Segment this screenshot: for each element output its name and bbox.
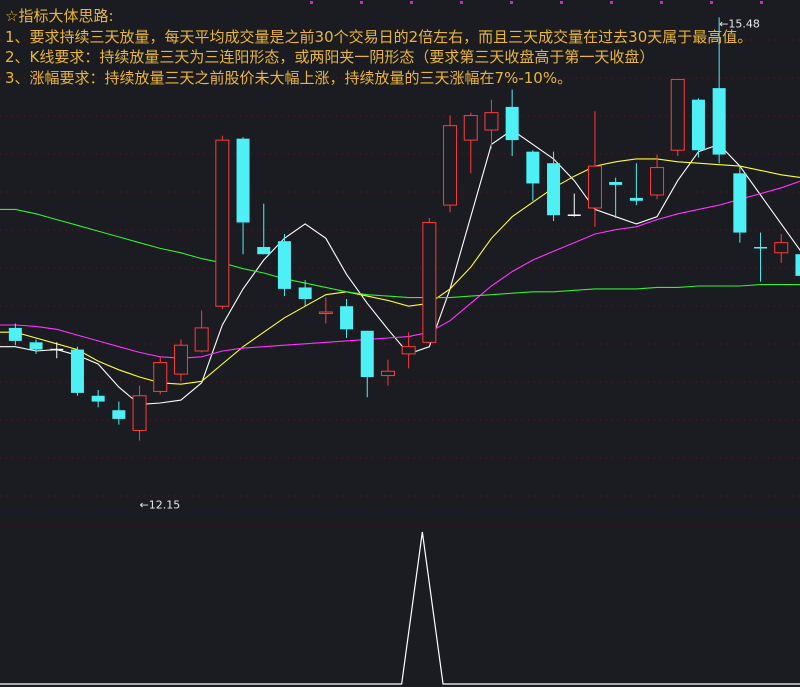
candle-body — [691, 99, 705, 151]
notes-line-3: 3、涨幅要求：持续放量三天之前股价未大幅上涨，持续放量的三天涨幅在7%-10%。 — [5, 68, 573, 87]
candle — [236, 137, 250, 255]
grid-tick — [310, 1, 313, 4]
ma-line-4 — [0, 208, 800, 299]
candle — [257, 203, 271, 255]
candle-body — [422, 221, 437, 343]
candle-body — [795, 254, 800, 276]
candle-body — [443, 125, 458, 206]
candle-body — [733, 173, 747, 233]
candle — [670, 78, 685, 156]
candle — [691, 98, 705, 158]
candle-body — [194, 327, 209, 352]
candle — [153, 356, 168, 395]
candle — [650, 154, 665, 200]
candle — [587, 111, 602, 227]
candle — [29, 339, 43, 354]
candle — [380, 359, 395, 386]
moving-average-lines — [0, 129, 800, 405]
candle — [360, 330, 374, 398]
candle — [401, 332, 416, 369]
candle-body — [153, 362, 168, 392]
candle — [567, 193, 581, 217]
candle — [318, 297, 333, 324]
candle-body — [257, 247, 271, 255]
candle — [754, 232, 768, 282]
candle-body — [754, 247, 768, 249]
candle — [112, 401, 126, 425]
candle-body — [236, 138, 250, 223]
candle — [463, 112, 478, 174]
ma-line-2 — [0, 158, 800, 385]
candle-body — [650, 167, 665, 196]
candle-body — [505, 106, 519, 141]
candle — [443, 115, 458, 213]
notes-line-2: 2、K线要求：持续放量三天为三连阳形态，或两阳夹一阴形态（要求第三天收盘高于第一… — [5, 48, 655, 66]
grid-tick — [560, 1, 563, 4]
candle-body — [132, 395, 147, 431]
candle — [733, 166, 747, 243]
candle-body — [587, 165, 602, 209]
candle-body — [463, 115, 478, 141]
grid-tick — [460, 1, 463, 4]
ma-line-1 — [0, 129, 800, 405]
candle — [215, 135, 230, 310]
candle — [505, 89, 519, 156]
grid-tick — [660, 1, 663, 4]
candle-body — [712, 88, 726, 155]
signal-panel — [0, 523, 800, 685]
candle-body — [484, 112, 499, 131]
candle-body — [547, 163, 561, 216]
candle — [629, 163, 643, 206]
candle — [8, 323, 22, 346]
ma-line-3 — [0, 180, 800, 359]
candle — [70, 346, 84, 396]
signal-line — [0, 531, 800, 685]
notes-title: ☆指标大体思路: — [5, 7, 114, 25]
candle — [526, 150, 540, 201]
candle-body — [215, 139, 230, 307]
candle — [91, 390, 105, 408]
candle-body — [360, 330, 374, 377]
price-label: ←12.15 — [140, 498, 181, 511]
candle — [609, 177, 623, 219]
notes-line-1: 1、要求持续三天放量，每天平均成交量是之前30个交易日的2倍左右，而且三天成交量… — [5, 27, 753, 46]
candle — [547, 151, 561, 221]
grid-tick — [360, 1, 363, 4]
grid-tick — [510, 1, 513, 4]
indicator-notes: ☆指标大体思路: 1、要求持续三天放量，每天平均成交量是之前30个交易日的2倍左… — [5, 6, 795, 88]
candle-body — [340, 306, 354, 330]
candle-body — [670, 78, 685, 151]
grid-tick — [610, 1, 613, 4]
candle — [774, 234, 789, 263]
candle-body — [277, 241, 291, 289]
candle-body — [609, 182, 623, 185]
price-annotations: ←12.15←15.48 — [140, 17, 760, 511]
grid-tick — [710, 1, 713, 4]
candle-body — [401, 346, 416, 355]
candle — [132, 385, 147, 441]
candle — [173, 339, 188, 382]
candle-body — [526, 151, 540, 184]
stock-chart: ←12.15←15.48 — [0, 1, 800, 685]
grid-tick — [760, 1, 763, 4]
candle-body — [298, 287, 312, 299]
candle-body — [29, 342, 43, 350]
candle — [795, 254, 800, 276]
candle-body — [774, 242, 789, 254]
grid-tick — [410, 1, 413, 4]
candle — [194, 310, 209, 353]
candle-body — [112, 410, 126, 419]
candle-body — [91, 395, 105, 402]
candle-body — [173, 344, 188, 375]
candle — [277, 234, 291, 297]
candle-body — [70, 349, 84, 393]
candle-body — [380, 370, 395, 377]
candle-body — [629, 197, 643, 201]
candle — [340, 299, 354, 338]
candle-body — [8, 327, 22, 341]
candle — [422, 218, 437, 344]
candle-body — [318, 311, 333, 314]
